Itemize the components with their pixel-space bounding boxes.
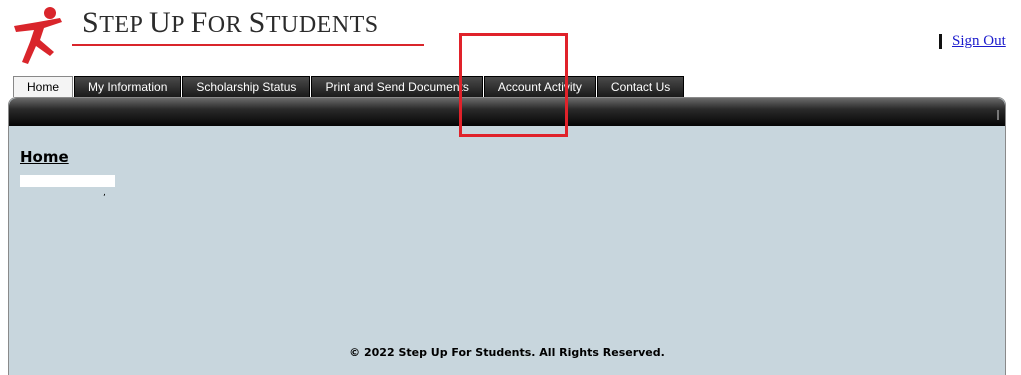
redacted-mark: , (103, 188, 106, 198)
page-title: Home (20, 148, 69, 166)
logo: STEP UP FOR STUDENTS (10, 4, 430, 70)
tab-scholarship-status[interactable]: Scholarship Status (182, 76, 311, 97)
content-panel: Home , © 2022 Step Up For Students. All … (8, 97, 1006, 375)
panel-bar-notch (997, 110, 999, 120)
highlight-box (459, 33, 568, 137)
sign-out-link[interactable]: Sign Out (952, 33, 1006, 50)
header-separator (939, 34, 942, 49)
main-nav-tabs: Home My Information Scholarship Status P… (13, 76, 685, 97)
running-figure-icon (14, 7, 62, 64)
logo-wordmark: STEP UP FOR STUDENTS (82, 6, 379, 39)
redacted-text (20, 175, 115, 187)
tab-home[interactable]: Home (13, 76, 74, 97)
tab-my-information[interactable]: My Information (74, 76, 182, 97)
tab-print-and-send-documents[interactable]: Print and Send Documents (311, 76, 483, 97)
tab-contact-us[interactable]: Contact Us (596, 76, 685, 97)
copyright-footer: © 2022 Step Up For Students. All Rights … (349, 346, 665, 359)
logo-underline (72, 44, 424, 46)
